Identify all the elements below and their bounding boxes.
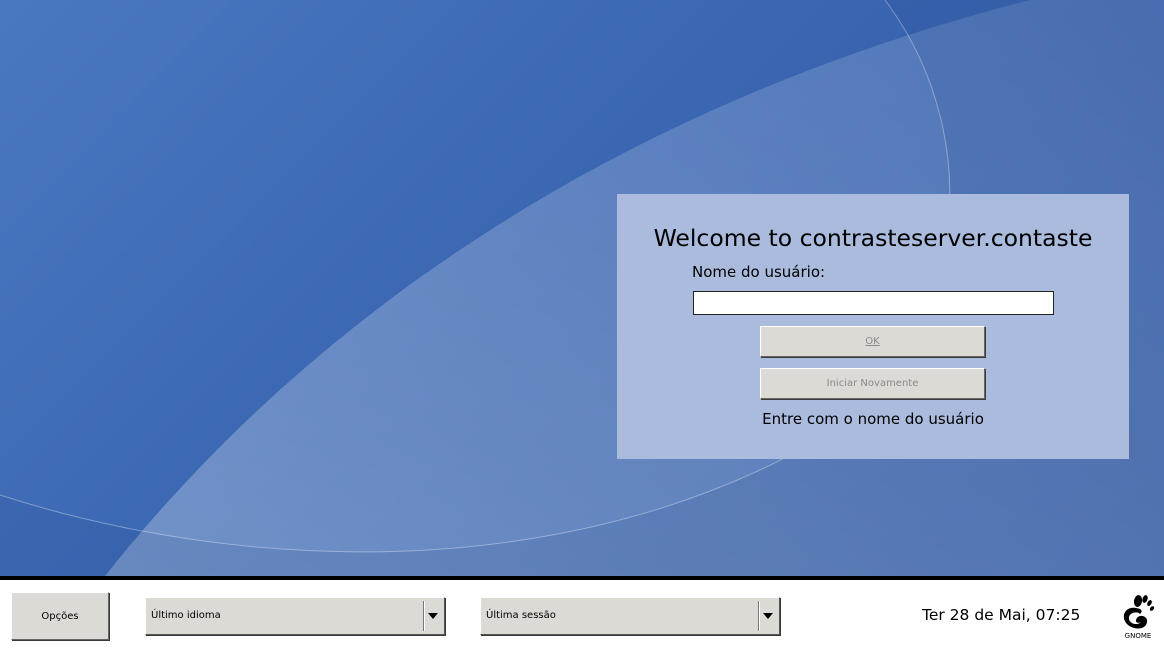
gnome-logo: GNOME [1118, 592, 1158, 642]
ok-button-label: OK [865, 336, 880, 347]
restart-button-label: Iniciar Novamente [826, 378, 919, 389]
login-panel: Welcome to contrasteserver.contaste Nome… [617, 194, 1129, 459]
bottom-bar: Opções Último idioma Última sessão Ter 2… [0, 580, 1164, 652]
session-select-value: Última sessão [486, 610, 556, 621]
username-label: Nome do usuário: [692, 263, 826, 281]
gnome-foot-icon [1123, 595, 1155, 629]
language-select[interactable]: Último idioma [145, 597, 445, 635]
gnome-logo-text: GNOME [1124, 632, 1152, 640]
login-hint: Entre com o nome do usuário [762, 410, 984, 428]
clock: Ter 28 de Mai, 07:25 [922, 606, 1081, 624]
language-select-divider [423, 601, 425, 631]
chevron-down-icon[interactable] [763, 613, 773, 619]
ok-button[interactable]: OK [760, 326, 985, 357]
welcome-title: Welcome to contrasteserver.contaste [653, 224, 1093, 252]
language-select-value: Último idioma [151, 610, 221, 621]
username-input[interactable] [693, 291, 1054, 315]
options-button[interactable]: Opções [11, 592, 109, 640]
restart-button[interactable]: Iniciar Novamente [760, 368, 985, 399]
options-button-label: Opções [41, 610, 79, 622]
chevron-down-icon[interactable] [428, 613, 438, 619]
session-select-divider [758, 601, 760, 631]
session-select[interactable]: Última sessão [480, 597, 780, 635]
